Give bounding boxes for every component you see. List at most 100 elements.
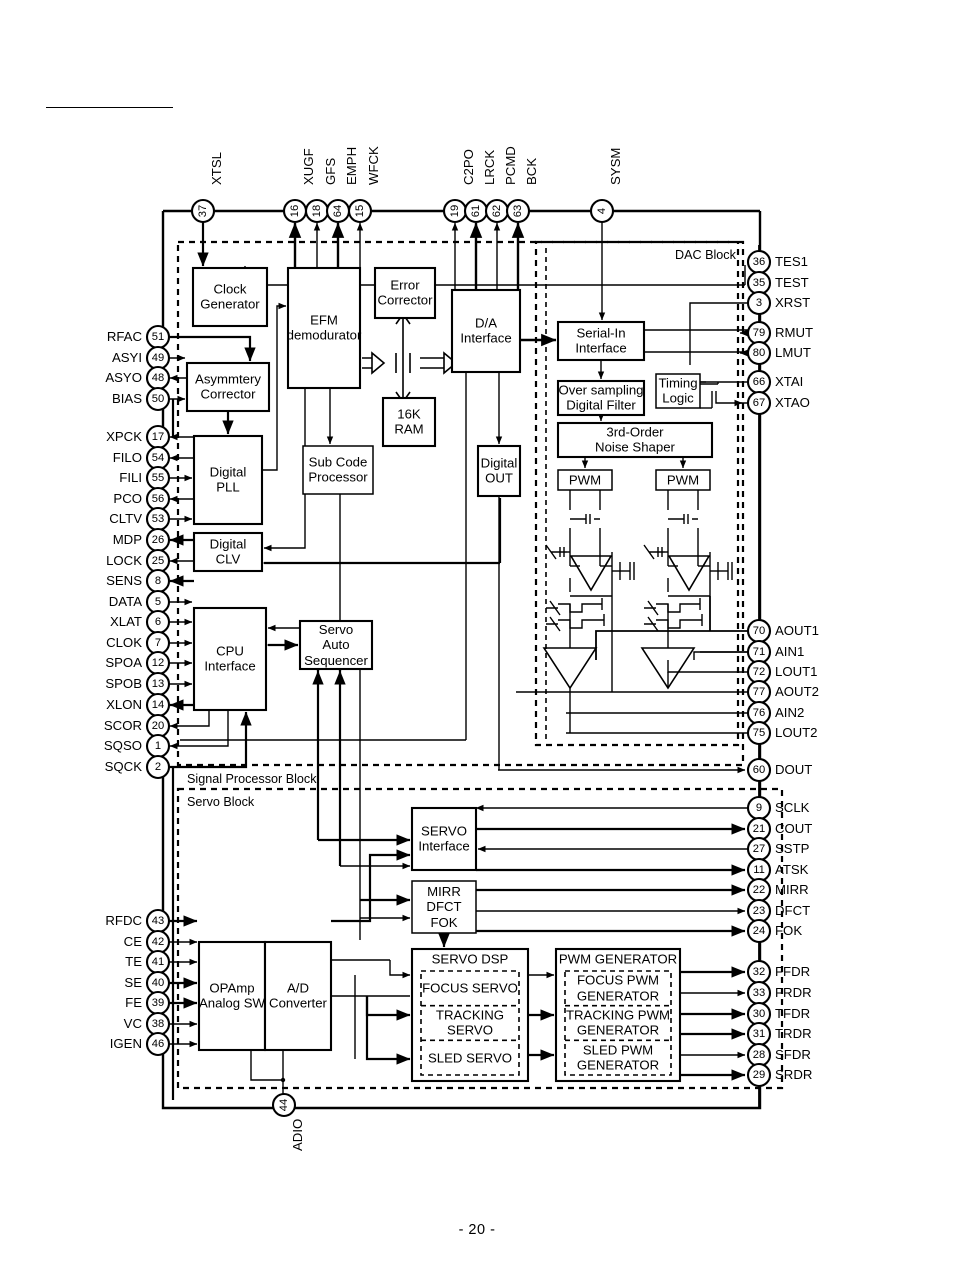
pin-number: 14 [151,699,165,711]
pin-number: 3 [755,297,763,309]
pin-label-sqck: SQCK [104,759,142,774]
pin-number: 44 [278,1098,290,1112]
pin-label-mirr: MIRR [775,882,809,897]
pin-label-vc: VC [123,1016,142,1031]
pin-label-pcmd: PCMD [503,146,518,185]
subsection-label: SLED SERVO [427,1050,513,1065]
pin-number: 40 [151,977,165,989]
pin-label-sqso: SQSO [103,738,142,753]
pin-label-pco: PCO [113,491,142,506]
block-label-efm-demodulator: EFM demodurator [286,312,362,343]
pin-label-rfac: RFAC [106,329,142,344]
pin-label-xtao: XTAO [775,395,810,410]
pin-number: 15 [354,204,366,218]
pin-number: 67 [752,397,766,409]
pin-number: 29 [752,1069,766,1081]
pin-label-lout1: LOUT1 [775,664,818,679]
pin-label-mdp: MDP [112,532,142,547]
pin-label-spob: SPOB [105,676,142,691]
pin-label-adio: ADIO [290,1118,305,1151]
block-label-servo-dsp: SERVO DSP [431,951,509,967]
pin-number: 62 [491,204,503,218]
pin-label-filo: FILO [112,450,142,465]
pin-number: 80 [752,347,766,359]
pin-number: 46 [151,1038,165,1050]
pin-number: 43 [151,915,165,927]
pin-label-asyo: ASYO [105,370,142,385]
block-label-da-interface: D/A Interface [460,315,512,346]
subsection-label: TRACKING PWM GENERATOR [565,1007,671,1038]
pin-label-rmut: RMUT [775,325,814,340]
pin-number: 2 [154,761,162,773]
pin-number: 27 [752,843,766,855]
pin-number: 39 [151,997,165,1009]
block-label-digital-clv: Digital CLV [209,536,247,567]
pin-label-emph: EMPH [344,146,359,185]
boundary-label-servo-block: Servo Block [187,795,255,809]
block-label-digital-out: Digital OUT [480,455,518,486]
block-label-sub-code-processor: Sub Code Processor [308,454,368,485]
block-label-servo-auto-sequencer: Servo Auto Sequencer [304,622,368,668]
block-label-cpu-interface: CPU Interface [204,643,256,674]
pin-label-scor: SCOR [103,718,142,733]
pin-label-rfdc: RFDC [105,913,142,928]
block-label-pwm-generator: PWM GENERATOR [558,951,678,967]
pin-number: 60 [752,764,766,776]
boundary-label-dac-block: DAC Block [675,248,736,262]
pin-number: 37 [197,204,209,218]
pin-number: 50 [151,393,165,405]
pin-number: 36 [752,256,766,268]
pin-number: 4 [596,207,608,215]
pin-label-sysm: SYSM [608,147,623,185]
pin-number: 5 [154,596,162,608]
pin-label-sclk: SCLK [775,800,810,815]
pin-label-atsk: ATSK [775,862,809,877]
pin-number: 72 [752,666,766,678]
pin-number: 17 [151,431,165,443]
pin-label-tfdr: TFDR [775,1006,811,1021]
pin-label-xpck: XPCK [106,429,142,444]
pin-label-aout1: AOUT1 [775,623,819,638]
pin-number: 13 [151,678,165,690]
block-label-error-corrector: Error Corrector [377,277,433,308]
pin-number: 75 [752,727,766,739]
pin-number: 41 [151,956,165,968]
pin-number: 53 [151,513,165,525]
pin-label-sstp: SSTP [775,841,810,856]
block-label-mirr-dfct-fok: MIRR DFCT FOK [426,884,462,930]
pin-number: 22 [752,884,766,896]
pin-label-srdr: SRDR [775,1067,813,1082]
block-label-serial-in-interface: Serial-In Interface [575,325,627,356]
pin-label-ffdr: FFDR [775,964,811,979]
pin-number: 6 [154,616,162,628]
pin-label-asyi: ASYI [111,350,142,365]
pin-label-data: DATA [108,594,142,609]
pin-label-xlat: XLAT [109,614,142,629]
pin-label-lock: LOCK [106,553,142,568]
pin-number: 32 [752,966,766,978]
pin-number: 61 [470,204,482,218]
pin-label-cout: COUT [775,821,813,836]
block-label-ad-converter: A/D Converter [269,980,327,1011]
pin-label-spoa: SPOA [105,655,142,670]
pin-label-xtai: XTAI [775,374,804,389]
block-label-asymmetry-corrector: Asymmtery Corrector [195,371,261,402]
subsection-label: TRACKING SERVO [435,1007,505,1038]
pin-number: 48 [151,372,165,384]
pin-number: 70 [752,625,766,637]
pin-number: 71 [752,646,766,658]
pin-number: 55 [151,472,165,484]
pin-label-lmut: LMUT [775,345,811,360]
pin-label-ain1: AIN1 [775,644,805,659]
pin-label-sfdr: SFDR [775,1047,811,1062]
pin-label-ce: CE [123,934,142,949]
pin-number: 11 [753,864,765,876]
pin-label-te: TE [125,954,142,969]
pin-number: 56 [151,493,165,505]
block-label-over-sampling-digital-filter: Over sampling Digital Filter [558,382,644,413]
block-label-noise-shaper: 3rd-Order Noise Shaper [595,424,675,455]
pin-number: 35 [752,277,766,289]
pin-number: 8 [154,575,162,587]
pin-label-aout2: AOUT2 [775,684,819,699]
pin-number: 77 [752,686,766,698]
